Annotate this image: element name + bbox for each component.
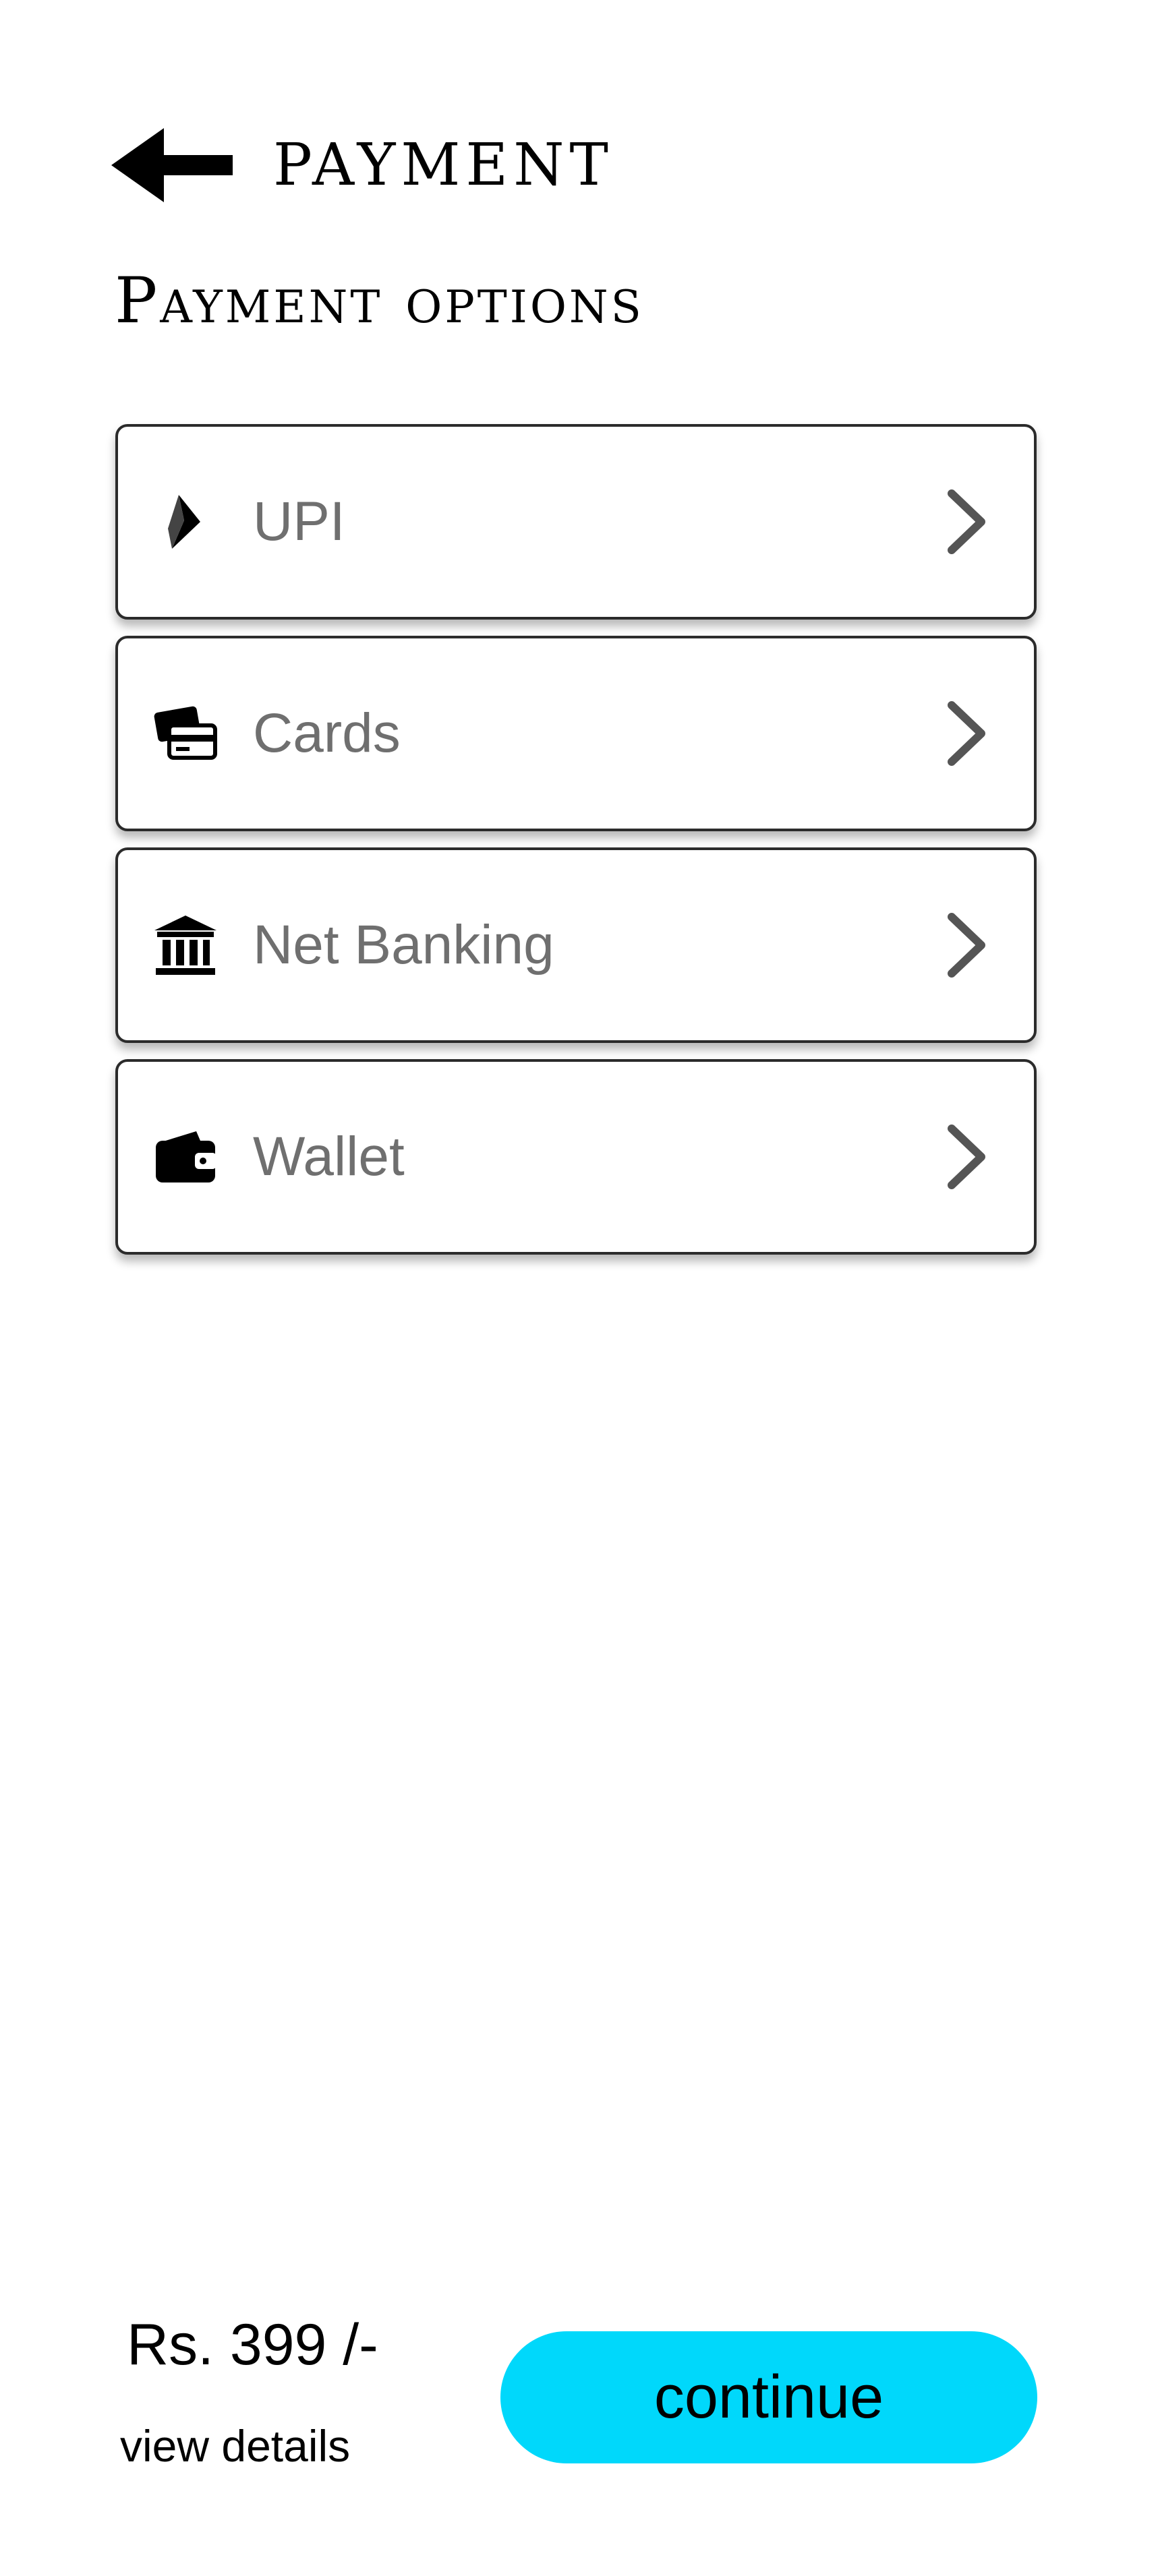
payment-option-net-banking[interactable]: Net Banking [115,847,1037,1043]
continue-button[interactable]: continue [500,2331,1037,2463]
payment-option-wallet[interactable]: Wallet [115,1059,1037,1255]
wallet-icon [152,1123,219,1191]
view-details-link[interactable]: view details [120,2424,350,2468]
option-label: Wallet [253,1126,405,1187]
option-label: Net Banking [253,914,554,976]
chevron-right-icon [946,700,987,767]
chevron-right-icon [946,488,987,556]
chevron-right-icon [946,1123,987,1191]
payment-options-list: UPI Cards Net Banking Wallet [115,424,1037,1271]
bank-icon [152,911,219,979]
payment-option-upi[interactable]: UPI [115,424,1037,620]
option-label: UPI [253,491,345,552]
option-label: Cards [253,702,401,764]
chevron-right-icon [946,911,987,979]
credit-card-icon [152,700,219,767]
arrow-left-icon[interactable] [111,128,233,202]
upi-icon [152,488,219,556]
section-title: Payment options [115,264,644,338]
total-price: Rs. 399 /- [127,2312,378,2377]
page-title: PAYMENT [273,131,614,199]
header: PAYMENT [111,128,614,202]
payment-option-cards[interactable]: Cards [115,636,1037,831]
